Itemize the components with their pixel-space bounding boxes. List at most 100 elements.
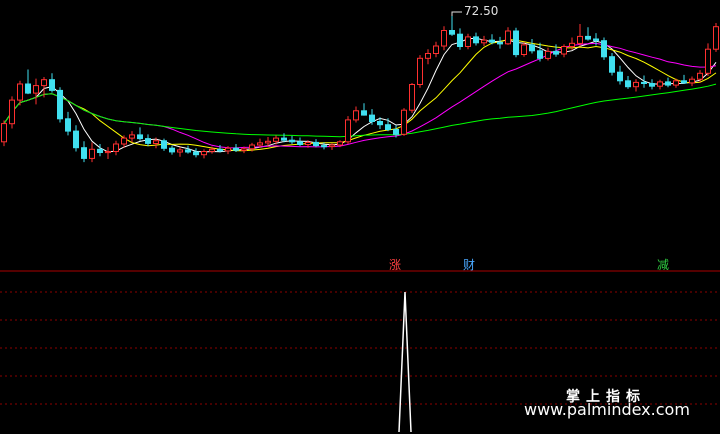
candle-body-45	[361, 110, 367, 116]
candle-body-86	[689, 78, 695, 84]
candle-body-27	[217, 148, 223, 152]
watermark-url: www.palmindex.com	[524, 400, 690, 419]
candle-body-36	[289, 139, 295, 143]
candle-body-60	[481, 39, 487, 44]
candle-body-22	[177, 149, 183, 153]
marker-cai: 财	[463, 258, 476, 272]
candle-body-25	[201, 151, 207, 156]
candle-body-3	[25, 83, 31, 94]
candle-body-20	[161, 140, 167, 149]
candle-body-47	[377, 121, 383, 126]
candle-body-51	[409, 84, 415, 111]
high-price-marker	[451, 11, 462, 17]
candle-body-10	[81, 147, 87, 159]
candle-body-16	[129, 134, 135, 139]
candle-body-30	[241, 148, 247, 151]
candle-body-78	[625, 80, 631, 88]
candle-body-62	[497, 41, 503, 45]
candle-body-71	[569, 42, 575, 47]
candle-body-70	[561, 46, 567, 55]
candle-body-1	[9, 99, 15, 125]
candle-body-21	[169, 147, 175, 153]
candle-body-72	[577, 35, 583, 44]
candle-body-66	[529, 44, 535, 52]
candle-body-85	[681, 80, 687, 84]
candle-body-69	[553, 50, 559, 55]
candle-body-74	[593, 38, 599, 42]
candle-body-24	[193, 151, 199, 156]
candle-body-5	[41, 79, 47, 87]
candle-body-23	[185, 149, 191, 153]
marker-zhang: 涨	[389, 258, 402, 272]
candle-body-17	[137, 134, 143, 140]
candle-body-48	[385, 124, 391, 130]
candle-body-55	[441, 30, 447, 47]
candle-body-65	[521, 44, 527, 56]
candle-body-15	[121, 137, 127, 145]
candle-body-42	[337, 141, 343, 146]
candlestick-series	[1, 16, 719, 163]
candle-body-53	[425, 53, 431, 59]
signal-series	[398, 291, 412, 433]
candle-body-7	[57, 89, 63, 120]
candle-body-89	[713, 26, 719, 50]
candle-body-8	[65, 118, 71, 132]
candle-body-75	[601, 40, 607, 58]
ma-10-line	[3, 38, 717, 152]
candle-body-68	[545, 50, 551, 59]
candle-body-81	[649, 83, 655, 87]
candle-body-40	[321, 145, 327, 148]
candle-body-58	[465, 36, 471, 48]
candle-body-54	[433, 45, 439, 54]
candle-body-13	[105, 151, 111, 154]
candle-body-79	[633, 81, 639, 88]
candle-body-38	[305, 141, 311, 145]
candle-body-0	[1, 123, 7, 143]
candle-body-19	[153, 140, 159, 145]
signal-spike	[398, 291, 412, 433]
candle-body-28	[225, 147, 231, 152]
candle-body-57	[457, 33, 463, 48]
marker-jian: 减	[657, 258, 670, 272]
candle-body-43	[345, 119, 351, 143]
candle-body-2	[17, 83, 23, 101]
candle-body-41	[329, 144, 335, 148]
candle-body-46	[369, 114, 375, 122]
candle-body-32	[257, 142, 263, 146]
candle-body-67	[537, 50, 543, 59]
candle-body-33	[265, 140, 271, 144]
candle-body-64	[513, 30, 519, 56]
candle-body-31	[249, 144, 255, 150]
candle-body-73	[585, 35, 591, 40]
candle-body-6	[49, 79, 55, 91]
chart-canvas	[0, 11, 720, 433]
candle-body-14	[113, 143, 119, 152]
candle-body-63	[505, 30, 511, 45]
candle-body-56	[449, 30, 455, 35]
candle-body-84	[673, 80, 679, 86]
candle-body-83	[665, 81, 671, 86]
candle-body-80	[641, 81, 647, 85]
candle-body-34	[273, 137, 279, 142]
candle-body-18	[145, 138, 151, 144]
candle-body-50	[401, 109, 407, 135]
candle-body-35	[281, 137, 287, 141]
candle-body-77	[617, 71, 623, 82]
ma-5-line	[3, 37, 717, 153]
candle-body-59	[473, 36, 479, 44]
candle-body-76	[609, 56, 615, 73]
candle-body-12	[97, 148, 103, 154]
candle-body-87	[697, 72, 703, 80]
high-marker-leader	[451, 11, 462, 17]
candle-body-29	[233, 147, 239, 151]
candle-body-44	[353, 110, 359, 121]
candle-body-9	[73, 130, 79, 149]
moving-average-lines	[3, 37, 717, 153]
candle-body-37	[297, 141, 303, 146]
candle-body-52	[417, 57, 423, 85]
candle-body-49	[393, 129, 399, 135]
candle-body-39	[313, 141, 319, 147]
candle-body-11	[89, 148, 95, 159]
candle-body-61	[489, 39, 495, 43]
candle-body-82	[657, 81, 663, 87]
